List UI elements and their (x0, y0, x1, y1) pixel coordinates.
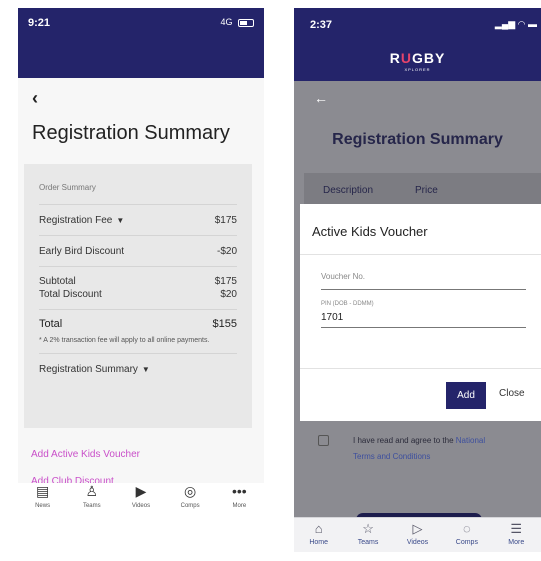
signal-wifi-battery-icon: ▂▄▆ ◠ ▬ (494, 19, 537, 29)
active-kids-voucher-dialog: Active Kids Voucher Voucher No. PIN (DOB… (300, 204, 541, 421)
transaction-fee-note: * A 2% transaction fee will apply to all… (39, 337, 210, 344)
registration-fee-value: $175 (214, 214, 237, 226)
total-line: Total $155 (39, 318, 237, 330)
voucher-number-input[interactable]: Voucher No. (321, 272, 526, 290)
tab-more[interactable]: ☰ More (493, 518, 539, 552)
right-phone-screen: 2:37 ▂▄▆ ◠ ▬ RUGBY XPLORER ← Registratio… (294, 8, 541, 552)
table-header: Description Price (304, 173, 541, 205)
early-bird-label: Early Bird Discount (39, 245, 125, 257)
registration-summary-page: ‹ Registration Summary Order Summary Reg… (18, 78, 264, 487)
tab-news-label: News (35, 503, 51, 509)
tab-news[interactable]: ▤ News (20, 483, 66, 528)
tab-home[interactable]: ⌂ Home (296, 518, 342, 552)
terms-text: I have read and agree to the National (353, 436, 486, 445)
close-button[interactable]: Close (499, 388, 525, 399)
tab-comps[interactable]: ◌ Comps (444, 518, 490, 552)
tab-videos[interactable]: ▷ Videos (394, 518, 440, 552)
home-icon: ⌂ (314, 521, 323, 536)
terms-agreement: I have read and agree to the National Te… (318, 433, 538, 465)
dialog-divider (300, 368, 541, 369)
total-value: $155 (212, 318, 237, 330)
early-bird-value: -$20 (216, 245, 237, 257)
tab-more-label: More (232, 503, 247, 509)
signal-indicator: 4G (220, 17, 254, 27)
total-discount-value: $20 (220, 289, 237, 300)
tab-videos-label: Videos (406, 539, 429, 546)
tab-more[interactable]: ••• More (216, 483, 262, 528)
left-phone-screen: 9:21 4G ‹ Registration Summary Order Sum… (18, 8, 264, 528)
order-summary-title: Order Summary (39, 183, 96, 192)
registration-summary-label: Registration Summary (39, 364, 138, 375)
terms-checkbox[interactable] (318, 435, 329, 446)
subtotal-label: Subtotal (39, 276, 76, 287)
hamburger-menu-icon: ☰ (510, 521, 523, 536)
news-icon: ▤ (35, 483, 50, 499)
registration-fee-label: Registration Fee ▼ (39, 214, 125, 226)
jersey-icon: ♙ (85, 483, 99, 499)
status-time: 2:37 (310, 19, 333, 31)
tab-teams-label: Teams (357, 539, 379, 546)
page-title: Registration Summary (32, 122, 230, 144)
subtotal-line: Subtotal $175 (39, 275, 237, 288)
more-dots-icon: ••• (231, 483, 247, 499)
whistle-icon: ◎ (184, 483, 197, 499)
tab-more-label: More (508, 539, 525, 546)
dialog-title: Active Kids Voucher (312, 224, 428, 239)
tab-videos-label: Videos (131, 503, 151, 509)
terms-conditions-link[interactable]: Terms and Conditions (353, 449, 538, 465)
video-icon: ▶ (135, 483, 147, 499)
pin-label: PIN (DOB - DDMM) (321, 301, 374, 307)
tab-teams[interactable]: ☆ Teams (345, 518, 391, 552)
rugby-xplorer-logo: RUGBY XPLORER (389, 50, 446, 72)
chevron-down-icon: ▼ (116, 215, 125, 225)
column-price: Price (415, 185, 438, 196)
tab-home-label: Home (309, 539, 329, 546)
total-label: Total (39, 318, 63, 330)
subtotal-value: $175 (214, 276, 237, 287)
registration-summary-toggle[interactable]: Registration Summary ▼ (39, 353, 237, 385)
status-bar: 2:37 ▂▄▆ ◠ ▬ RUGBY XPLORER (294, 8, 541, 81)
pin-input[interactable]: 1701 (321, 312, 526, 328)
bottom-tab-bar: ⌂ Home ☆ Teams ▷ Videos ◌ Comps ☰ More (294, 517, 541, 552)
video-icon: ▷ (412, 521, 423, 536)
status-bar: 9:21 4G (18, 8, 264, 78)
star-icon: ☆ (362, 521, 374, 536)
page-title: Registration Summary (332, 131, 503, 148)
total-discount-line: Total Discount $20 (39, 288, 237, 301)
battery-icon (238, 18, 254, 27)
total-discount-label: Total Discount (39, 289, 102, 300)
back-arrow-icon[interactable]: ← (314, 90, 328, 106)
tab-teams[interactable]: ♙ Teams (69, 483, 115, 528)
early-bird-row: Early Bird Discount -$20 (39, 235, 237, 266)
tab-comps-label: Comps (455, 539, 478, 546)
status-time: 9:21 (28, 17, 51, 29)
tab-comps[interactable]: ◎ Comps (167, 483, 213, 528)
total-block: Total $155 * A 2% transaction fee will a… (39, 309, 237, 347)
network-type: 4G (220, 17, 233, 27)
whistle-icon: ◌ (462, 521, 471, 536)
subtotal-block: Subtotal $175 Total Discount $20 (39, 266, 237, 301)
tab-comps-label: Comps (180, 503, 200, 509)
registration-fee-row[interactable]: Registration Fee ▼ $175 (39, 204, 237, 235)
bottom-tab-bar: ▤ News ♙ Teams ▶ Videos ◎ Comps ••• More (18, 483, 264, 528)
column-description: Description (323, 185, 374, 196)
chevron-down-icon: ▼ (141, 365, 150, 374)
add-button[interactable]: Add (446, 382, 486, 409)
tab-videos[interactable]: ▶ Videos (118, 483, 164, 528)
order-summary-card: Order Summary Registration Fee ▼ $175 Ear… (24, 164, 252, 428)
national-link[interactable]: National (456, 436, 485, 445)
tab-teams-label: Teams (82, 503, 101, 509)
back-arrow-icon[interactable]: ‹ (32, 88, 38, 109)
add-active-kids-voucher-link[interactable]: Add Active Kids Voucher (31, 449, 140, 460)
dialog-divider (300, 254, 541, 255)
